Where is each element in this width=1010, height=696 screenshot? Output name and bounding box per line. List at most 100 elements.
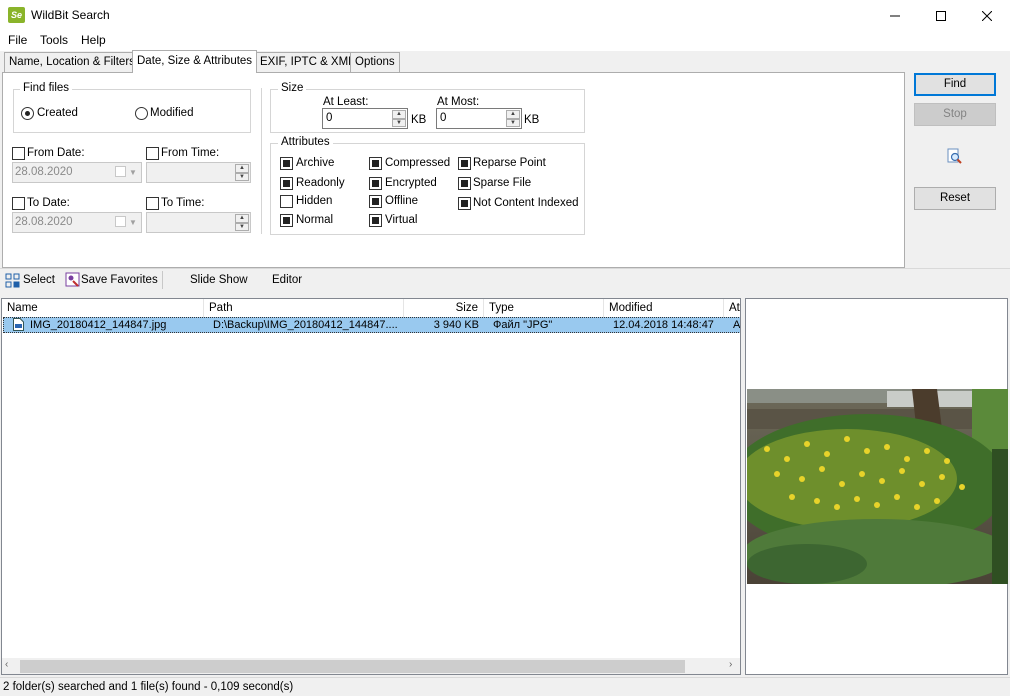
spin-up-icon: ▲ <box>235 164 249 173</box>
scroll-left-icon[interactable]: ‹ <box>5 659 8 670</box>
chevron-down-icon: ▼ <box>129 168 137 177</box>
sparse-file-checkbox[interactable] <box>458 177 471 190</box>
from-date-picker[interactable]: 28.08.2020 ▼ <box>12 162 142 183</box>
calendar-icon <box>115 216 126 227</box>
to-time-checkbox[interactable] <box>146 197 159 210</box>
status-text: 2 folder(s) searched and 1 file(s) found… <box>3 681 294 693</box>
at-least-unit: KB <box>411 114 427 126</box>
at-least-spinner[interactable]: ▲ ▼ <box>392 110 406 127</box>
normal-checkbox[interactable] <box>280 214 293 227</box>
to-time-input[interactable]: ▲ ▼ <box>146 212 251 233</box>
menu-help[interactable]: Help <box>81 33 106 47</box>
at-most-input[interactable]: 0 ▲ ▼ <box>436 108 522 129</box>
row-type: Файл "JPG" <box>493 319 553 331</box>
spin-down-icon: ▼ <box>235 222 249 231</box>
maximize-icon <box>936 10 946 21</box>
to-date-checkbox[interactable] <box>12 197 25 210</box>
scrollbar-thumb[interactable] <box>20 660 685 673</box>
tab-date-size-attributes[interactable]: Date, Size & Attributes <box>132 50 258 73</box>
virtual-label: Virtual <box>385 214 418 226</box>
compressed-checkbox[interactable] <box>369 157 382 170</box>
tab-exif-iptc-xmp[interactable]: EXIF, IPTC & XMP <box>255 52 361 72</box>
to-time-spinner[interactable]: ▲ ▼ <box>235 214 249 231</box>
virtual-checkbox[interactable] <box>369 214 382 227</box>
window-title: WildBit Search <box>31 8 110 22</box>
scroll-right-icon[interactable]: › <box>729 659 732 670</box>
to-date-picker[interactable]: 28.08.2020 ▼ <box>12 212 142 233</box>
readonly-checkbox[interactable] <box>280 177 293 190</box>
not-content-indexed-checkbox[interactable] <box>458 197 471 210</box>
offline-label: Offline <box>385 195 419 207</box>
chevron-down-icon: ▼ <box>129 218 137 227</box>
created-radio[interactable] <box>21 107 34 120</box>
row-name: IMG_20180412_144847.jpg <box>30 319 167 331</box>
tab-name-location-filters[interactable]: Name, Location & Filters <box>4 52 140 72</box>
save-favorites-button[interactable]: Save Favorites <box>81 274 158 286</box>
column-attributes[interactable]: At <box>724 299 740 317</box>
column-type[interactable]: Type <box>484 299 604 317</box>
reparse-point-checkbox[interactable] <box>458 157 471 170</box>
to-time-label: To Time: <box>161 197 205 209</box>
from-date-label: From Date: <box>27 147 85 159</box>
encrypted-checkbox[interactable] <box>369 177 382 190</box>
horizontal-scrollbar[interactable]: ‹ › <box>2 658 740 674</box>
preview-photo <box>747 389 1008 584</box>
reparse-point-label: Reparse Point <box>473 157 546 169</box>
from-time-checkbox[interactable] <box>146 147 159 160</box>
at-least-input[interactable]: 0 ▲ ▼ <box>322 108 408 129</box>
row-size: 3 940 KB <box>433 319 479 331</box>
editor-button[interactable]: Editor <box>272 274 302 286</box>
spin-up-icon: ▲ <box>392 110 406 119</box>
spin-up-icon: ▲ <box>506 110 520 119</box>
encrypted-label: Encrypted <box>385 177 437 189</box>
from-time-spinner[interactable]: ▲ ▼ <box>235 164 249 181</box>
column-modified[interactable]: Modified <box>604 299 724 317</box>
archive-checkbox[interactable] <box>280 157 293 170</box>
hidden-checkbox[interactable] <box>280 195 293 208</box>
slide-show-button[interactable]: Slide Show <box>190 274 248 286</box>
select-button[interactable]: Select <box>23 274 55 286</box>
toolbar-separator <box>162 271 163 289</box>
to-date-value: 28.08.2020 <box>15 216 73 228</box>
modified-radio[interactable] <box>135 107 148 120</box>
minimize-icon <box>890 15 900 16</box>
column-path[interactable]: Path <box>204 299 404 317</box>
menu-file[interactable]: File <box>8 33 27 47</box>
find-button[interactable]: Find <box>914 73 996 96</box>
row-modified: 12.04.2018 14:48:47 <box>613 319 714 331</box>
calendar-icon <box>115 166 126 177</box>
reset-button[interactable]: Reset <box>914 187 996 210</box>
menu-tools[interactable]: Tools <box>40 33 68 47</box>
from-time-input[interactable]: ▲ ▼ <box>146 162 251 183</box>
column-name[interactable]: Name <box>2 299 204 317</box>
size-group <box>270 89 585 133</box>
column-size[interactable]: Size <box>404 299 484 317</box>
at-least-value: 0 <box>326 112 333 124</box>
from-date-checkbox[interactable] <box>12 147 25 160</box>
app-logo-icon: Se <box>8 7 25 23</box>
minimize-button[interactable] <box>872 0 918 31</box>
at-most-label: At Most: <box>437 96 480 108</box>
close-button[interactable] <box>964 0 1010 31</box>
select-icon <box>5 273 21 292</box>
row-path: D:\Backup\IMG_20180412_144847.... <box>213 319 398 331</box>
results-list[interactable]: Name Path Size Type Modified At IMG_2018… <box>1 298 741 675</box>
offline-checkbox[interactable] <box>369 195 382 208</box>
from-date-value: 28.08.2020 <box>15 166 73 178</box>
to-date-label: To Date: <box>27 197 70 209</box>
spin-down-icon: ▼ <box>235 172 249 181</box>
stop-button[interactable]: Stop <box>914 103 996 126</box>
tab-options[interactable]: Options <box>350 52 400 72</box>
separator <box>261 88 262 234</box>
spin-down-icon: ▼ <box>392 118 406 127</box>
spin-up-icon: ▲ <box>235 214 249 223</box>
size-label: Size <box>278 82 307 94</box>
file-icon <box>13 318 24 334</box>
maximize-button[interactable] <box>918 0 964 31</box>
modified-label: Modified <box>150 107 194 119</box>
not-content-indexed-label: Not Content Indexed <box>473 197 579 209</box>
archive-label: Archive <box>296 157 335 169</box>
created-label: Created <box>37 107 78 119</box>
compressed-label: Compressed <box>385 157 451 169</box>
at-most-spinner[interactable]: ▲ ▼ <box>506 110 520 127</box>
